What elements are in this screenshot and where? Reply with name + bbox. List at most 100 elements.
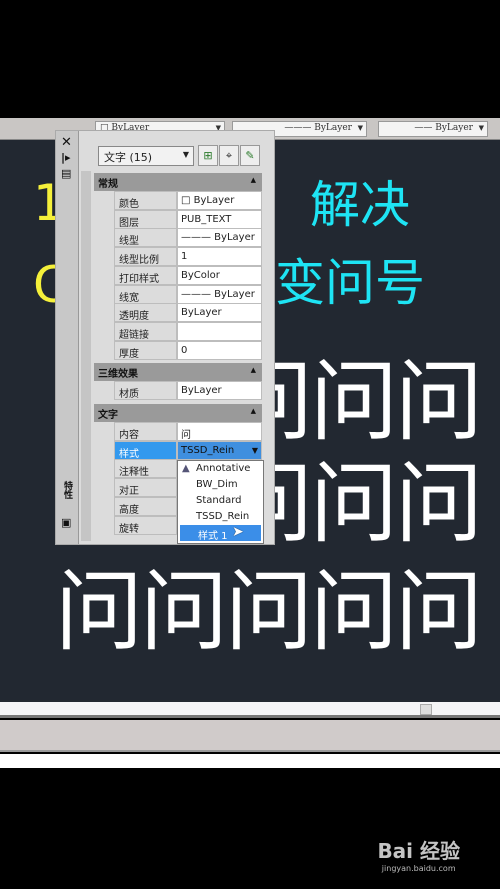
grid-character: 问 (310, 452, 399, 555)
property-value[interactable] (177, 321, 262, 341)
property-label: 材质 (114, 381, 177, 401)
grid-character: 问 (310, 560, 399, 663)
linetype-value: ByLayer (314, 123, 352, 133)
section-title: 常规 (98, 179, 118, 190)
property-value-text: ——— ByLayer (181, 288, 255, 300)
property-label: 高度 (114, 496, 177, 516)
lineweight-select[interactable]: —— ByLayer ▼ (378, 121, 488, 137)
property-value[interactable]: PUB_TEXT (177, 209, 262, 229)
property-value[interactable]: 0 (177, 340, 262, 360)
collapse-icon[interactable]: ▲ (251, 176, 256, 184)
property-label: 线型 (114, 228, 177, 248)
property-value-text: ——— ByLayer (181, 232, 255, 244)
scroll-thumb[interactable] (420, 704, 432, 715)
style-option[interactable]: ▲ Annotative (178, 461, 263, 477)
property-value[interactable]: 1 (177, 247, 262, 267)
horizontal-scrollbar[interactable] (0, 702, 500, 718)
property-value-text: ByLayer (181, 307, 222, 319)
palette-title-strip[interactable]: ✕ |▸ ▤ 特性 ▣ (56, 131, 79, 544)
annotative-icon: ▲ (182, 463, 190, 474)
object-type-value: 文字 (15) (104, 151, 153, 164)
property-label: 内容 (114, 422, 177, 441)
close-icon[interactable]: ✕ (61, 135, 72, 150)
grid-character: 问 (140, 560, 229, 663)
property-value-text: TSSD_Rein (181, 444, 235, 456)
property-value[interactable]: 问 (177, 422, 262, 441)
property-row[interactable]: 厚度 0 (114, 340, 262, 360)
property-row[interactable]: 线型 ——— ByLayer (114, 228, 262, 248)
grid-character: 问 (310, 350, 399, 453)
property-label: 透明度 (114, 303, 177, 323)
property-value-text: ByColor (181, 269, 220, 281)
settings-icon[interactable]: ▣ (61, 516, 71, 529)
watermark-url: jingyan.baidu.com (381, 864, 456, 873)
property-value-text: PUB_TEXT (181, 213, 232, 225)
lineweight-value: ByLayer (435, 123, 473, 133)
grid-character: 问 (395, 350, 484, 453)
property-row[interactable]: 透明度 ByLayer (114, 303, 262, 323)
property-value[interactable]: ——— ByLayer (177, 228, 262, 248)
select-objects-button[interactable]: ⌖ (219, 145, 239, 166)
property-row[interactable]: 内容问 (114, 422, 262, 441)
property-label: 线型比例 (114, 247, 177, 267)
mouse-cursor-icon: ➤ (232, 524, 244, 540)
properties-palette: ✕ |▸ ▤ 特性 ▣ 文字 (15) ▼ ⊞ ⌖ ✎ 常规 ▲ 颜色 □ ByLaye… (55, 130, 275, 545)
property-label: 旋转 (114, 515, 177, 535)
collapse-icon[interactable]: ▲ (251, 407, 256, 415)
style-option[interactable]: BW_Dim (178, 477, 263, 493)
grid-character: 问 (225, 560, 314, 663)
properties-icon[interactable]: ▤ (61, 167, 71, 180)
property-row[interactable]: 材质 ByLayer (114, 381, 262, 401)
style-option-label: Standard (196, 495, 242, 506)
palette-title: 特性 (62, 481, 72, 499)
style-option[interactable]: 样式 1 (180, 525, 261, 542)
property-value[interactable]: □ ByLayer (177, 191, 262, 210)
grid-character: 问 (55, 560, 144, 663)
property-row[interactable]: 颜色 □ ByLayer (114, 191, 262, 210)
section-header[interactable]: 常规 ▲ (94, 173, 262, 191)
property-row[interactable]: 样式 TSSD_Rein ▼ (114, 440, 262, 460)
color-swatch-icon: □ (181, 195, 194, 206)
property-row[interactable]: 图层 PUB_TEXT (114, 209, 262, 229)
style-dropdown-list[interactable]: ▲ Annotative BW_Dim Standard TSSD_Rein 样式 1 (177, 460, 264, 544)
baidu-watermark: Bai 经验 jingyan.baidu.com (377, 835, 460, 873)
property-label: 超链接 (114, 321, 177, 341)
bottom-bar (0, 754, 500, 768)
property-row[interactable]: 线宽 ——— ByLayer (114, 284, 262, 304)
property-value[interactable]: TSSD_Rein ▼ (177, 440, 262, 460)
grid-character: 问 (395, 452, 484, 555)
property-value[interactable]: ByColor (177, 265, 262, 285)
property-value-text: 0 (181, 344, 188, 356)
status-bar (0, 720, 500, 752)
style-option[interactable]: Standard (178, 493, 263, 509)
property-label: 样式 (114, 440, 177, 460)
property-value[interactable]: ByLayer (177, 381, 262, 401)
quick-select-button[interactable]: ✎ (240, 145, 260, 166)
pin-icon[interactable]: |▸ (61, 151, 71, 164)
palette-scrollbar[interactable] (81, 171, 91, 541)
toggle-pickadd-button[interactable]: ⊞ (198, 145, 218, 166)
cyan-text-1: 解决 (310, 176, 410, 234)
style-option-label: Annotative (196, 463, 251, 474)
collapse-icon[interactable]: ▲ (251, 366, 256, 374)
property-label: 线宽 (114, 284, 177, 304)
style-option[interactable]: TSSD_Rein (178, 509, 263, 525)
property-value-text: 1 (181, 251, 188, 263)
style-option-label: TSSD_Rein (196, 511, 250, 522)
property-value[interactable]: ByLayer (177, 303, 262, 323)
section-title: 三维效果 (98, 369, 138, 381)
property-label: 图层 (114, 209, 177, 229)
property-row[interactable]: 超链接 (114, 321, 262, 341)
section-header[interactable]: 三维效果 ▲ (94, 363, 262, 382)
object-type-select[interactable]: 文字 (15) ▼ (98, 146, 194, 166)
property-row[interactable]: 线型比例 1 (114, 247, 262, 267)
property-value[interactable]: ——— ByLayer (177, 284, 262, 304)
property-value-text: ByLayer (193, 195, 235, 206)
section-header[interactable]: 文字 ▲ (94, 404, 262, 422)
watermark-brand: Bai 经验 (377, 839, 460, 863)
cyan-text-2: 变问号 (275, 254, 425, 312)
style-option-label: 样式 1 (198, 531, 228, 542)
property-row[interactable]: 打印样式 ByColor (114, 265, 262, 285)
property-value-text: ByLayer (181, 385, 222, 397)
chevron-down-icon[interactable]: ▼ (252, 446, 258, 455)
